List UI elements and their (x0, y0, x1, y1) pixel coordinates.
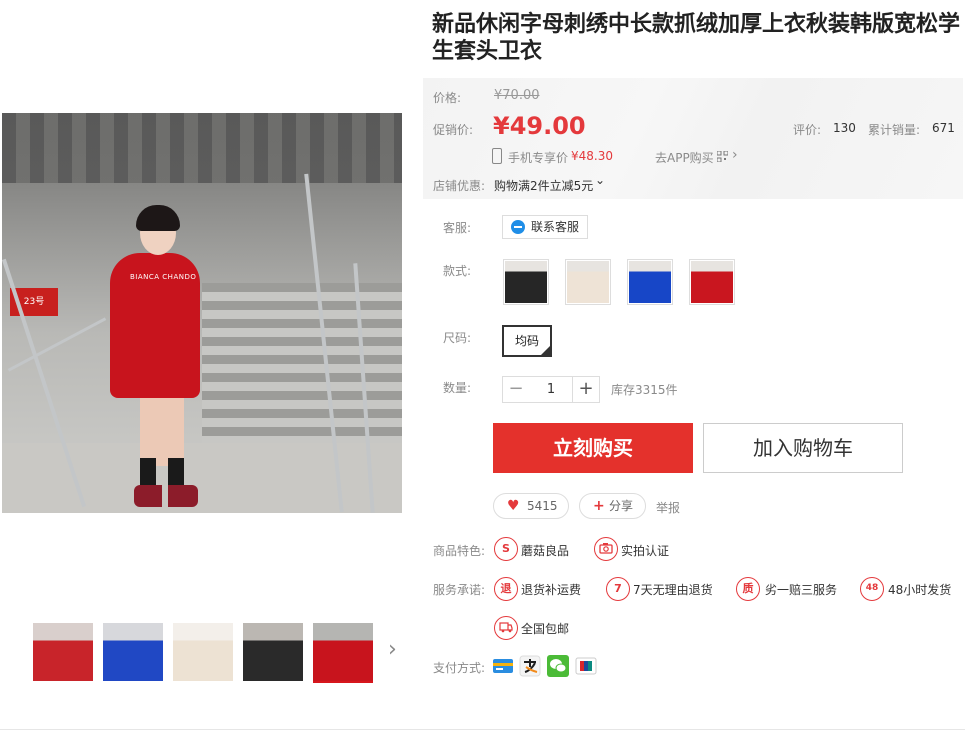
thumbnail-1[interactable] (33, 623, 93, 683)
rating-count: 130 (833, 121, 856, 135)
bottom-divider (0, 729, 965, 730)
add-to-cart-button[interactable]: 加入购物车 (703, 423, 903, 473)
mogu-s-icon: S (494, 537, 518, 561)
photo-roof (2, 113, 402, 183)
model-legs (140, 396, 184, 466)
thumbnail-5[interactable] (313, 623, 373, 683)
like-button[interactable]: ♥ 5415 (493, 493, 569, 519)
payment-label: 支付方式: (433, 661, 486, 675)
promise-text: 7天无理由退货 (633, 583, 713, 597)
quantity-minus-button[interactable]: − (503, 377, 530, 402)
price-label: 价格: (433, 91, 462, 105)
feature-text: 蘑菇良品 (521, 544, 570, 558)
style-label: 款式: (443, 264, 472, 278)
thumbnail-image-beige (173, 623, 233, 681)
share-label: 分享 (609, 499, 634, 513)
stock-text: 库存3315件 (611, 383, 678, 397)
style-swatch (505, 261, 547, 303)
alipay-icon (519, 655, 541, 677)
promise-text: 劣一赔三服务 (765, 583, 838, 597)
seven-day-icon: 7 (606, 577, 630, 601)
feature-text: 实拍认证 (621, 544, 670, 558)
style-option-beige[interactable] (565, 259, 611, 305)
share-button[interactable]: + 分享 (579, 493, 646, 519)
promises-label: 服务承诺: (433, 583, 486, 597)
sales-count: 671 (932, 121, 955, 135)
promise-text: 全国包邮 (521, 622, 570, 636)
main-product-image: 23号 BIANCA CHANDO (2, 113, 402, 513)
wechat-pay-icon (547, 655, 569, 677)
thumbnail-3[interactable] (173, 623, 233, 683)
store-promo-value[interactable]: 购物满2件立减5元 (494, 177, 593, 194)
chevron-down-icon[interactable]: ⌄ (595, 173, 605, 187)
thumbnail-image-blue (103, 623, 163, 681)
camera-icon (594, 537, 618, 561)
promise-text: 48小时发货 (888, 583, 952, 597)
quality-icon: 质 (736, 577, 760, 601)
report-link[interactable]: 举报 (656, 499, 680, 516)
contact-service-button[interactable]: 联系客服 (502, 215, 588, 239)
thumbnail-next-arrow[interactable]: › (388, 639, 402, 661)
mobile-price-label: 手机专享价 (508, 151, 569, 165)
contact-service-label: 联系客服 (531, 220, 580, 234)
style-option-black[interactable] (503, 259, 549, 305)
app-chevron-icon[interactable]: › (732, 147, 738, 163)
truck-icon (494, 616, 518, 640)
product-title: 新品休闲字母刺绣中长款抓绒加厚上衣秋装韩版宽松学生套头卫衣 (432, 12, 961, 64)
app-buy-link[interactable]: 去APP购买 (655, 149, 714, 166)
plus-icon: + (593, 498, 605, 514)
photo-stairs (202, 283, 402, 463)
size-option-onesize[interactable]: 均码 (502, 325, 552, 357)
return-icon: 退 (494, 577, 518, 601)
store-promo-label: 店铺优惠: (433, 179, 486, 193)
qrcode-icon[interactable] (717, 151, 728, 162)
rating-label: 评价: (793, 123, 822, 137)
bank-card-icon (492, 655, 514, 677)
style-swatch (567, 261, 609, 303)
hoodie-lettering: BIANCA CHANDO (130, 273, 197, 281)
promo-price: ¥49.00 (493, 112, 586, 140)
style-option-red[interactable] (689, 259, 735, 305)
quantity-input[interactable] (529, 377, 573, 402)
like-count: 5415 (527, 499, 558, 513)
model-shoes (134, 485, 198, 507)
style-swatch (629, 261, 671, 303)
promise-text: 退货补运费 (521, 583, 582, 597)
model-hair (136, 205, 180, 231)
thumbnail-2[interactable] (103, 623, 163, 683)
thumbnail-4[interactable] (243, 623, 303, 683)
48h-icon: 48 (860, 577, 884, 601)
size-label: 尺码: (443, 331, 472, 345)
promo-label: 促销价: (433, 123, 474, 137)
thumbnail-image-red-stairs (313, 623, 373, 681)
heart-icon: ♥ (507, 498, 520, 514)
mobile-price: ¥48.30 (571, 149, 613, 163)
quantity-stepper: − + (502, 376, 600, 403)
unionpay-icon (575, 655, 597, 677)
style-option-blue[interactable] (627, 259, 673, 305)
features-label: 商品特色: (433, 544, 486, 558)
quantity-plus-button[interactable]: + (572, 377, 599, 402)
model-socks (140, 458, 184, 488)
thumbnail-image-black (243, 623, 303, 681)
original-price: ¥70.00 (494, 88, 540, 103)
buy-now-button[interactable]: 立刻购买 (493, 423, 693, 473)
style-swatch (691, 261, 733, 303)
phone-icon (492, 148, 502, 164)
service-label: 客服: (443, 221, 472, 235)
sales-label: 累计销量: (868, 123, 921, 137)
quantity-label: 数量: (443, 381, 472, 395)
thumbnail-image-red (33, 623, 93, 681)
chat-icon (511, 220, 525, 234)
